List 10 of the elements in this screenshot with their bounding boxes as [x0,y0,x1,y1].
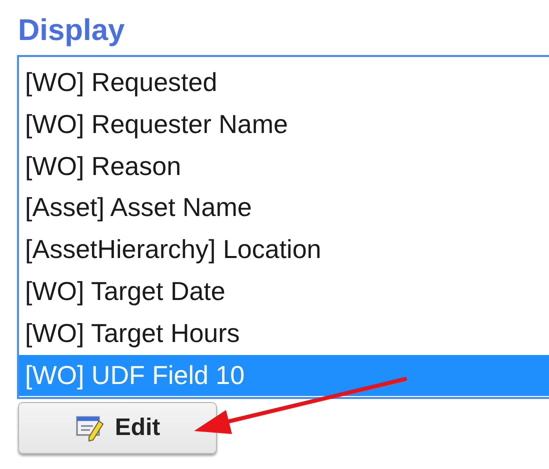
list-item[interactable]: [WO] Reason [19,146,549,188]
list-item[interactable]: [WO] Requested [19,62,549,104]
list-item[interactable]: [WO] Target Hours [19,312,549,355]
list-item[interactable]: [WO] Target Date [19,270,549,313]
section-title: Display [18,13,126,49]
list-item[interactable]: [AssetHierarchy] Location [19,229,549,271]
list-box[interactable]: [WO] Requested [WO] Requester Name [WO] Reason [Asset] Asset Name [AssetHierarchy] Location [WO] Target Date [WO] Target Hours [WO] UDF Field 10 [17,55,549,399]
edit-button[interactable]: Edit [18,402,217,454]
list-item[interactable]: [WO] Requester Name [19,104,549,146]
list-item[interactable]: [Asset] Asset Name [19,187,549,230]
